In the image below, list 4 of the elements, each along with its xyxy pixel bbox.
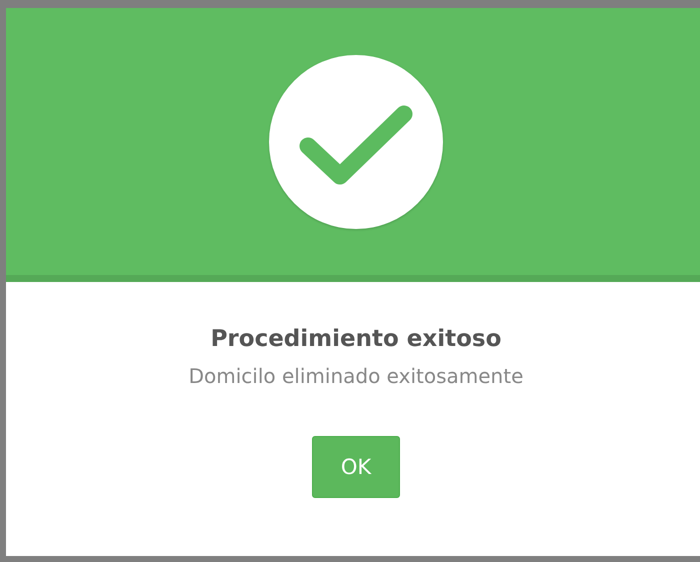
check-icon [268,54,444,230]
dialog-message: Domicilo eliminado exitosamente [188,364,524,388]
dialog-title: Procedimiento exitoso [210,326,502,352]
ok-button[interactable]: OK [312,436,400,498]
